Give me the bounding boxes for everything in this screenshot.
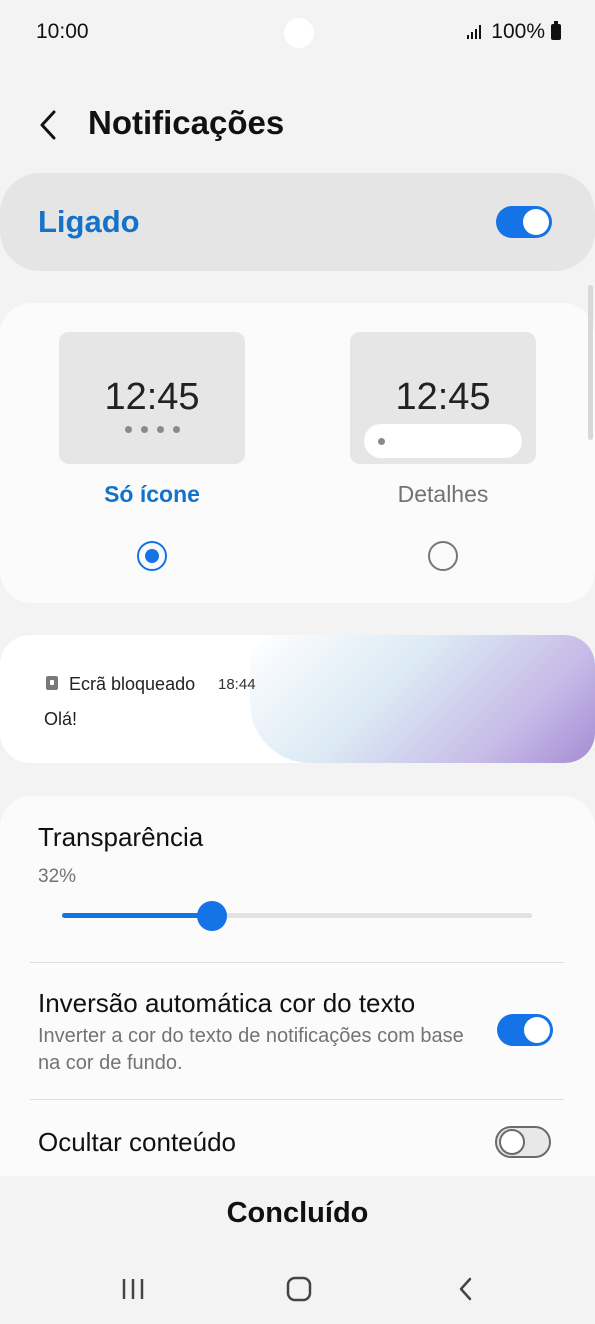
slider-fill	[62, 913, 213, 918]
divider	[30, 1099, 564, 1100]
battery-icon	[551, 21, 561, 40]
option-label-icon-only[interactable]: Só ícone	[59, 481, 245, 508]
transparency-slider[interactable]	[62, 901, 532, 931]
recents-icon[interactable]	[118, 1275, 148, 1303]
page-title: Notificações	[88, 104, 285, 141]
notification-app-name: Ecrã bloqueado	[69, 674, 196, 694]
divider	[30, 962, 564, 963]
notification-preview: Ecrã bloqueado 18:44 Olá!	[0, 635, 595, 763]
option-label-details[interactable]: Detalhes	[350, 481, 536, 508]
header: Notificações	[0, 90, 595, 160]
auto-invert-title: Inversão automática cor do texto	[38, 988, 416, 1018]
signal-icon	[467, 25, 482, 39]
lock-icon	[46, 676, 58, 690]
camera-cutout	[284, 18, 314, 48]
preview-time: 12:45	[104, 376, 200, 418]
transparency-value: 32%	[38, 866, 77, 887]
master-toggle-switch[interactable]	[496, 206, 552, 238]
preview-details[interactable]: 12:45	[350, 332, 536, 464]
toggle-knob	[499, 1129, 525, 1155]
notification-message: Olá!	[44, 709, 78, 729]
hide-content-toggle[interactable]	[495, 1126, 551, 1158]
notification-pill	[364, 424, 522, 458]
back-arrow-icon[interactable]	[34, 108, 64, 142]
preview-icon-only[interactable]: 12:45	[59, 332, 245, 464]
slider-thumb[interactable]	[197, 901, 228, 931]
navigation-bar	[0, 1260, 595, 1324]
scrollbar[interactable]	[588, 285, 593, 440]
radio-icon-only[interactable]	[137, 541, 167, 571]
auto-invert-toggle[interactable]	[497, 1014, 553, 1046]
dots-icon	[125, 426, 180, 433]
back-icon[interactable]	[451, 1275, 481, 1303]
style-options-card: 12:45 Só ícone 12:45 Detalhes	[0, 303, 595, 603]
auto-invert-subtitle: Inverter a cor do texto de notificações …	[38, 1025, 464, 1074]
master-toggle-row[interactable]: Ligado	[0, 173, 595, 271]
done-button[interactable]: Concluído	[0, 1180, 595, 1246]
toggle-knob	[523, 209, 549, 235]
battery-level: 100%	[491, 20, 545, 43]
status-bar: 10:00 100%	[0, 0, 595, 66]
radio-details[interactable]	[428, 541, 458, 571]
preview-time: 12:45	[395, 376, 491, 418]
glow-decoration	[250, 635, 595, 763]
status-time: 10:00	[36, 20, 89, 43]
settings-card: Transparência 32% Inversão automática co…	[0, 796, 595, 1176]
status-icons: 100%	[467, 20, 561, 44]
transparency-title: Transparência	[38, 822, 204, 852]
home-icon[interactable]	[284, 1275, 314, 1303]
toggle-knob	[524, 1017, 550, 1043]
notification-time: 18:44	[218, 676, 256, 693]
master-toggle-label: Ligado	[38, 204, 140, 239]
hide-content-title: Ocultar conteúdo	[38, 1127, 237, 1157]
